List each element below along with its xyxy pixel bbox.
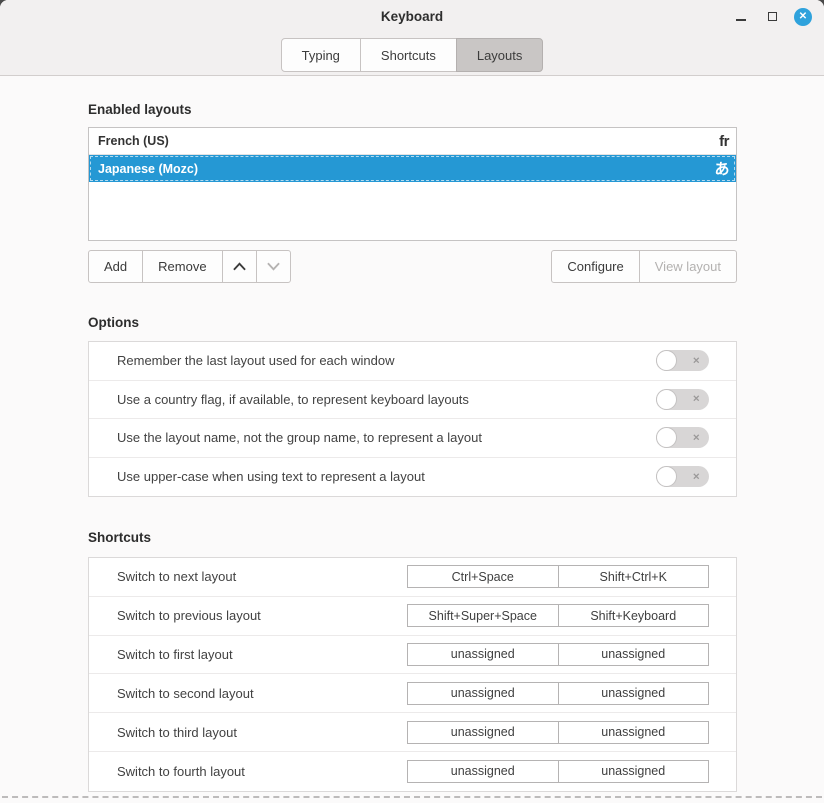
shortcut-label: Switch to fourth layout [117, 764, 245, 779]
option-label: Use a country flag, if available, to rep… [117, 392, 469, 407]
window-header: Keyboard ✕ TypingShortcutsLayouts [0, 0, 824, 76]
configure-layout-button[interactable]: Configure [551, 250, 639, 283]
tab-layouts[interactable]: Layouts [456, 38, 544, 72]
toggle-switch[interactable]: ✕ [656, 389, 709, 410]
keybinding-button[interactable]: unassigned [558, 761, 709, 782]
keybinding-button[interactable]: Shift+Super+Space [408, 605, 558, 626]
toggle-off-x-icon: ✕ [692, 356, 700, 365]
shortcut-label: Switch to next layout [117, 569, 236, 584]
shortcut-label: Switch to second layout [117, 686, 254, 701]
keybinding-button[interactable]: unassigned [558, 722, 709, 743]
enabled-layouts-list: French (US) fr Japanese (Mozc) あ [88, 127, 737, 241]
keybinding-button[interactable]: Ctrl+Space [408, 566, 558, 587]
shortcut-label: Switch to first layout [117, 647, 233, 662]
option-label: Use upper-case when using text to repres… [117, 469, 425, 484]
tab-shortcuts[interactable]: Shortcuts [360, 38, 457, 72]
shortcut-label: Switch to previous layout [117, 608, 261, 623]
options-list: Remember the last layout used for each w… [88, 341, 737, 497]
overscroll-indicator [2, 796, 822, 798]
maximize-button[interactable] [763, 8, 781, 26]
add-layout-button[interactable]: Add [88, 250, 143, 283]
keybinding-button[interactable]: unassigned [558, 683, 709, 704]
layout-name: Japanese (Mozc) [98, 162, 198, 176]
shortcut-label: Switch to third layout [117, 725, 237, 740]
toggle-switch[interactable]: ✕ [656, 466, 709, 487]
tab-bar: TypingShortcutsLayouts [0, 38, 824, 72]
layout-row[interactable]: Japanese (Mozc) あ [89, 155, 736, 182]
layout-name: French (US) [98, 134, 169, 148]
move-layout-up-button[interactable] [222, 250, 257, 283]
shortcut-row: Switch to previous layout Shift+Super+Spa… [89, 597, 736, 636]
option-row: Remember the last layout used for each w… [89, 342, 736, 381]
shortcut-row: Switch to second layout unassignedunassig… [89, 674, 736, 713]
remove-layout-button[interactable]: Remove [142, 250, 222, 283]
toggle-knob [656, 350, 677, 371]
keybinding-button[interactable]: unassigned [408, 761, 558, 782]
option-label: Use the layout name, not the group name,… [117, 430, 482, 445]
option-row: Use a country flag, if available, to rep… [89, 381, 736, 420]
window-controls: ✕ [732, 0, 812, 33]
layout-indicator-icon: あ [714, 158, 729, 179]
toggle-off-x-icon: ✕ [692, 472, 700, 481]
keybinding-group: unassignedunassigned [407, 682, 709, 705]
toggle-switch[interactable]: ✕ [656, 350, 709, 371]
keybinding-group: Ctrl+SpaceShift+Ctrl+K [407, 565, 709, 588]
shortcut-row: Switch to first layout unassignedunassign… [89, 636, 736, 675]
keybinding-group: Shift+Super+SpaceShift+Keyboard [407, 604, 709, 627]
keybinding-group: unassignedunassigned [407, 721, 709, 744]
option-label: Remember the last layout used for each w… [117, 353, 394, 368]
tab-typing[interactable]: Typing [281, 38, 361, 72]
option-row: Use upper-case when using text to repres… [89, 458, 736, 497]
layout-action-button-group: Configure View layout [551, 250, 737, 283]
shortcuts-list: Switch to next layout Ctrl+SpaceShift+Ctr… [88, 557, 737, 792]
toggle-knob [656, 427, 677, 448]
maximize-icon [768, 12, 777, 21]
toggle-knob [656, 466, 677, 487]
keybinding-button[interactable]: Shift+Ctrl+K [558, 566, 709, 587]
option-row: Use the layout name, not the group name,… [89, 419, 736, 458]
chevron-up-icon [233, 262, 246, 271]
shortcut-row: Switch to third layout unassignedunassign… [89, 713, 736, 752]
keybinding-group: unassignedunassigned [407, 643, 709, 666]
move-layout-down-button[interactable] [256, 250, 291, 283]
shortcuts-heading: Shortcuts [88, 530, 737, 545]
keybinding-button[interactable]: unassigned [558, 644, 709, 665]
shortcut-row: Switch to next layout Ctrl+SpaceShift+Ctr… [89, 558, 736, 597]
shortcut-row: Switch to fourth layout unassignedunassig… [89, 752, 736, 791]
minimize-button[interactable] [732, 8, 750, 26]
toggle-off-x-icon: ✕ [692, 395, 700, 404]
toggle-knob [656, 389, 677, 410]
keybinding-button[interactable]: unassigned [408, 644, 558, 665]
keybinding-button[interactable]: unassigned [408, 722, 558, 743]
layouts-tab-content: Enabled layouts French (US) fr Japanese (M… [0, 102, 824, 792]
keybinding-button[interactable]: unassigned [408, 683, 558, 704]
keyboard-settings-window: Keyboard ✕ TypingShortcutsLayouts Enable… [0, 0, 824, 803]
close-icon: ✕ [799, 12, 807, 22]
enabled-layouts-heading: Enabled layouts [88, 102, 737, 117]
layout-edit-button-group: Add Remove [88, 250, 291, 283]
layout-indicator-icon: fr [719, 133, 729, 150]
options-heading: Options [88, 315, 737, 330]
close-button[interactable]: ✕ [794, 8, 812, 26]
toggle-off-x-icon: ✕ [692, 433, 700, 442]
keybinding-group: unassignedunassigned [407, 760, 709, 783]
keybinding-button[interactable]: Shift+Keyboard [558, 605, 709, 626]
toggle-switch[interactable]: ✕ [656, 427, 709, 448]
layout-buttons-row: Add Remove Configure View layout [88, 250, 737, 283]
view-layout-button[interactable]: View layout [639, 250, 737, 283]
titlebar[interactable]: Keyboard ✕ [0, 0, 824, 33]
minimize-icon [736, 19, 746, 21]
window-title: Keyboard [0, 9, 824, 24]
chevron-down-icon [267, 262, 280, 271]
layout-row[interactable]: French (US) fr [89, 128, 736, 155]
